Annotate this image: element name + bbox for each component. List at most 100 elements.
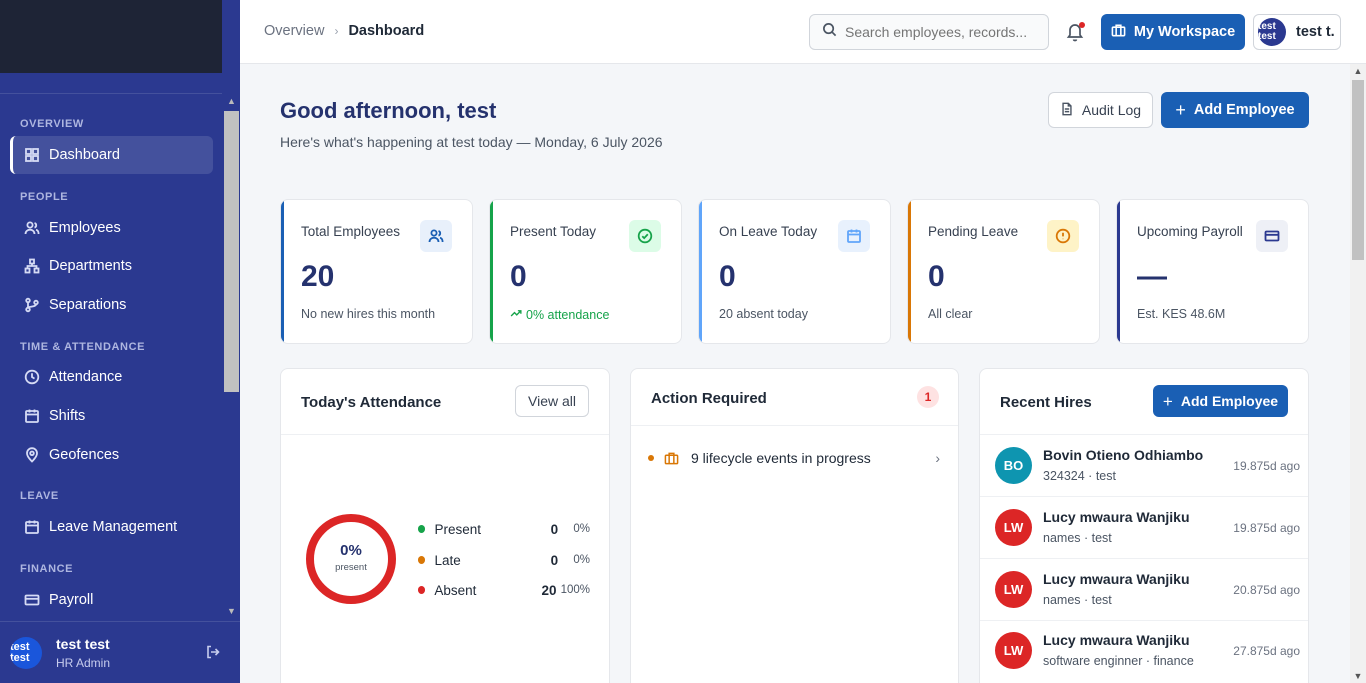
hire-name: Lucy mwaura Wanjiku: [1043, 632, 1190, 648]
users-icon: [24, 220, 40, 236]
sidebar-item-dashboard[interactable]: Dashboard: [10, 136, 213, 174]
hire-name: Lucy mwaura Wanjiku: [1043, 509, 1190, 525]
alert-circle-icon: [1047, 220, 1079, 252]
donut-center-label: present: [335, 562, 367, 573]
audit-log-label: Audit Log: [1081, 102, 1142, 118]
my-workspace-button[interactable]: My Workspace: [1101, 14, 1245, 50]
git-branch-icon: [24, 297, 40, 313]
main-scrollbar[interactable]: ▲ ▼: [1350, 64, 1366, 683]
sidebar-item-payroll[interactable]: Payroll: [10, 581, 213, 619]
sidebar-item-leave-management[interactable]: Leave Management: [10, 508, 213, 546]
legend-count: 20: [541, 582, 557, 598]
avatar: LW: [995, 571, 1032, 608]
stat-card-upcoming-payroll[interactable]: Upcoming Payroll — Est. KES 48.6M: [1116, 199, 1309, 344]
search-input[interactable]: [845, 24, 1035, 40]
hire-time: 19.875d ago: [1233, 521, 1300, 535]
grid-icon: [24, 147, 40, 163]
calendar-icon: [24, 408, 40, 424]
panel-header: Recent Hires + Add Employee: [980, 369, 1308, 435]
stat-card-total-employees[interactable]: Total Employees 20 No new hires this mon…: [280, 199, 473, 344]
recent-hires-panel: Recent Hires + Add Employee BO Bovin Oti…: [979, 368, 1309, 683]
bell-icon[interactable]: [1063, 20, 1087, 44]
sidebar-item-label: Separations: [49, 297, 127, 313]
calendar-icon: [838, 220, 870, 252]
credit-card-icon: [1256, 220, 1288, 252]
list-item[interactable]: LW Lucy mwaura Wanjiku names · test 20.8…: [980, 559, 1308, 621]
user-menu[interactable]: test test test t.: [1253, 14, 1341, 50]
section-finance: FINANCE: [20, 563, 74, 575]
briefcase-icon: [1111, 23, 1126, 42]
hire-name: Bovin Otieno Odhiambo: [1043, 447, 1204, 463]
stat-accent-bar: [281, 200, 284, 343]
stat-accent-bar: [908, 200, 911, 343]
user-role: HR Admin: [56, 656, 111, 670]
add-employee-button[interactable]: + Add Employee: [1161, 92, 1309, 128]
breadcrumb-current: Dashboard: [348, 23, 425, 39]
breadcrumb-parent[interactable]: Overview: [264, 23, 324, 39]
stat-card-present-today[interactable]: Present Today 0 0% attendance: [489, 199, 682, 344]
list-item[interactable]: LW Lucy mwaura Wanjiku software enginner…: [980, 620, 1308, 682]
sidebar-item-label: Attendance: [49, 369, 123, 385]
stat-accent-bar: [699, 200, 702, 343]
scroll-down-icon[interactable]: ▼: [1350, 669, 1366, 683]
hire-meta: 324324 · test: [1043, 469, 1116, 483]
search-box[interactable]: [809, 14, 1049, 50]
main-scrollbar-thumb[interactable]: [1352, 80, 1364, 260]
legend-count: 0: [550, 521, 559, 537]
hire-meta: names · test: [1043, 593, 1112, 607]
stat-subtext-text: 0% attendance: [526, 307, 610, 322]
stat-label: On Leave Today: [719, 224, 818, 239]
sidebar-item-separations[interactable]: Separations: [10, 286, 213, 324]
list-item[interactable]: LW Lucy mwaura Wanjiku names · test 19.8…: [980, 497, 1308, 559]
audit-log-button[interactable]: Audit Log: [1048, 92, 1153, 128]
legend-name: Absent: [434, 582, 477, 598]
sidebar-item-employees[interactable]: Employees: [10, 209, 213, 247]
sidebar-item-shifts[interactable]: Shifts: [10, 397, 213, 435]
sidebar-scrollbar-thumb[interactable]: [224, 111, 239, 392]
sidebar-item-label: Leave Management: [49, 519, 178, 535]
donut-center-value: 0%: [340, 542, 362, 559]
view-all-button[interactable]: View all: [515, 385, 589, 417]
stat-accent-bar: [490, 200, 493, 343]
sidebar-item-attendance[interactable]: Attendance: [10, 358, 213, 396]
list-item[interactable]: BO Bovin Otieno Odhiambo 324324 · test 1…: [980, 435, 1308, 497]
user-name: test test: [56, 636, 110, 652]
sidebar-item-geofences[interactable]: Geofences: [10, 436, 213, 474]
check-circle-icon: [629, 220, 661, 252]
legend-row-present: Present 0 0%: [418, 519, 590, 539]
sidebar-item-label: Geofences: [49, 447, 120, 463]
stat-label: Total Employees: [301, 224, 401, 239]
legend-percent: 0%: [573, 554, 590, 566]
section-overview: OVERVIEW: [20, 118, 84, 130]
action-item[interactable]: 9 lifecycle events in progress ›: [631, 443, 958, 473]
stat-subtext: 20 absent today: [719, 307, 808, 321]
page-subtitle: Here's what's happening at test today — …: [280, 134, 663, 150]
breadcrumb: Overview › Dashboard: [264, 23, 424, 39]
avatar: test test: [1258, 18, 1286, 46]
hire-meta: names · test: [1043, 531, 1112, 545]
stat-value: 0: [719, 260, 736, 293]
map-pin-icon: [24, 447, 40, 463]
sidebar-divider: [0, 93, 222, 94]
notification-dot: [1079, 22, 1085, 28]
sidebar-logo-area: [0, 0, 222, 73]
panel-header: Action Required 1: [631, 369, 958, 426]
scroll-down-icon[interactable]: ▼: [224, 604, 239, 619]
add-employee-label: Add Employee: [1193, 102, 1295, 118]
stat-card-pending-leave[interactable]: Pending Leave 0 All clear: [907, 199, 1100, 344]
stat-card-on-leave-today[interactable]: On Leave Today 0 20 absent today: [698, 199, 891, 344]
scroll-up-icon[interactable]: ▲: [1350, 64, 1366, 78]
avatar: LW: [995, 632, 1032, 669]
section-people: PEOPLE: [20, 191, 69, 203]
legend-row-late: Late 0 0%: [418, 550, 590, 570]
clock-icon: [24, 369, 40, 385]
logout-icon[interactable]: [205, 644, 223, 662]
scroll-up-icon[interactable]: ▲: [224, 94, 239, 109]
stat-value: —: [1137, 260, 1167, 293]
calendar-icon: [24, 519, 40, 535]
main-content: Good afternoon, test Here's what's happe…: [240, 64, 1350, 683]
add-employee-button[interactable]: + Add Employee: [1153, 385, 1288, 417]
sidebar-item-label: Departments: [49, 258, 133, 274]
my-workspace-label: My Workspace: [1133, 24, 1236, 40]
sidebar-item-departments[interactable]: Departments: [10, 247, 213, 285]
